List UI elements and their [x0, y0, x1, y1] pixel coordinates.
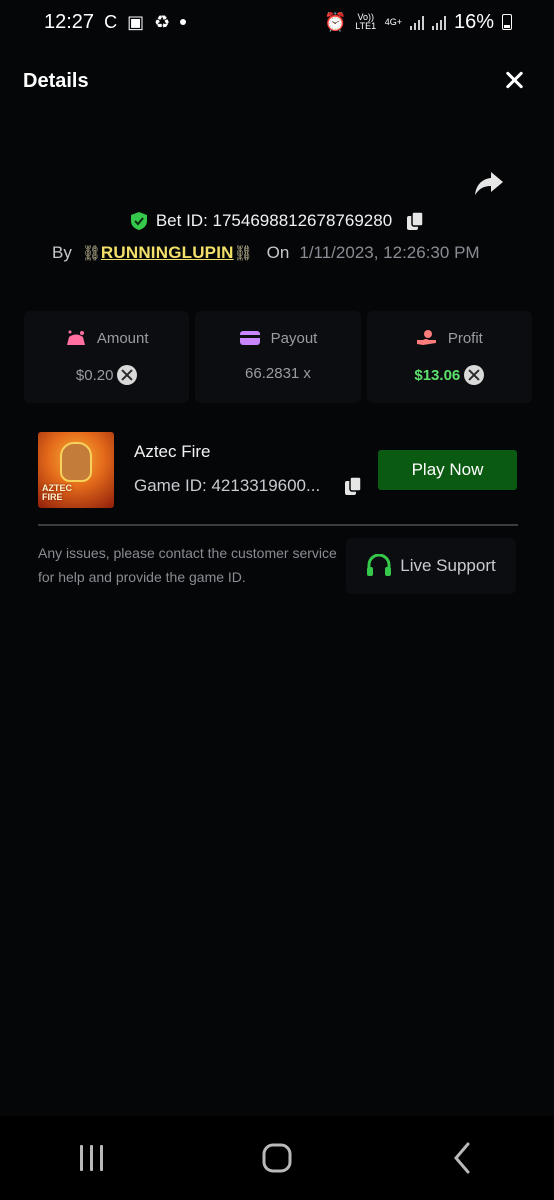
game-card: AZTEC FIRE Aztec Fire Game ID: 421331960… [38, 432, 518, 508]
aztec-figure-icon [60, 442, 92, 482]
live-support-button[interactable]: Live Support [346, 538, 516, 594]
hand-coin-icon [416, 330, 436, 345]
status-time: 12:27 [44, 10, 95, 33]
headset-icon [367, 554, 392, 576]
amount-icon [66, 330, 85, 345]
coin-icon [464, 365, 485, 385]
game-id: Game ID: 4213319600... [134, 476, 321, 495]
share-arrow-icon[interactable] [474, 170, 504, 196]
recent-apps-icon [80, 1145, 104, 1171]
on-label: On [266, 243, 290, 262]
page-title: Details [23, 69, 89, 92]
copy-icon[interactable] [344, 476, 362, 496]
briefcase-icon: ▣ [127, 12, 145, 32]
status-left: 12:27 C ▣ ♻ [44, 10, 187, 34]
signal-icon [431, 14, 446, 30]
card-icon [239, 331, 260, 345]
home-icon [262, 1143, 292, 1173]
battery-percent: 16% [453, 10, 494, 33]
divider [38, 524, 518, 526]
network-type: 4G+ [384, 16, 402, 27]
share-network-icon: ♻ [154, 12, 171, 32]
bet-stats: Amount $0.20 Payout 66.2831 x Profit $13… [24, 311, 532, 403]
stat-value: $0.20 [75, 366, 114, 384]
recent-apps-button[interactable] [62, 1133, 122, 1183]
close-icon[interactable] [502, 68, 528, 94]
bet-id: Bet ID: 1754698812678769280 [155, 211, 393, 230]
stat-payout: Payout 66.2831 x [195, 311, 361, 403]
back-button[interactable] [432, 1133, 492, 1183]
status-bar: 12:27 C ▣ ♻ ⏰ Vo)) LTE1 4G+ 16% [0, 0, 554, 44]
shield-check-icon [130, 212, 147, 230]
by-label: By [52, 243, 72, 262]
home-button[interactable] [247, 1133, 307, 1183]
username-suffix: ⛓ [233, 245, 253, 262]
system-nav-bar [0, 1116, 554, 1200]
stat-profit: Profit $13.06 [366, 311, 532, 403]
stat-label: Amount [96, 329, 149, 347]
stat-value: 66.2831 x [245, 365, 311, 382]
stat-value: $13.06 [414, 366, 461, 384]
username-link[interactable]: ⛓RUNNINGLUPIN⛓ [82, 243, 253, 263]
volte-label: Vo)) LTE1 [355, 12, 377, 31]
battery-charging-icon [502, 14, 512, 30]
help-text: Any issues, please contact the customer … [38, 545, 337, 585]
alarm-icon: ⏰ [324, 12, 347, 32]
play-now-button[interactable]: Play Now [378, 450, 517, 490]
c-icon: C [104, 12, 118, 32]
signal-icon [409, 14, 424, 30]
stat-label: Profit [447, 329, 483, 347]
game-thumbnail[interactable]: AZTEC FIRE [38, 432, 114, 508]
bet-owner-row: By ⛓RUNNINGLUPIN⛓ On 1/11/2023, 12:26:30… [52, 240, 480, 266]
game-name: Aztec Fire [134, 442, 211, 461]
username: RUNNINGLUPIN [100, 243, 234, 262]
copy-icon[interactable] [406, 211, 424, 231]
stat-label: Payout [270, 329, 318, 347]
details-header: Details [0, 56, 554, 106]
notification-dot [180, 19, 187, 25]
thumbnail-title: AZTEC FIRE [42, 483, 72, 502]
coin-icon [117, 365, 138, 385]
bet-date: 1/11/2023, 12:26:30 PM [299, 243, 480, 262]
back-icon [453, 1142, 470, 1174]
live-support-label: Live Support [400, 556, 496, 575]
stat-amount: Amount $0.20 [24, 311, 190, 403]
status-right: ⏰ Vo)) LTE1 4G+ 16% [324, 11, 512, 34]
bet-id-row: Bet ID: 1754698812678769280 [0, 207, 554, 235]
username-prefix: ⛓ [81, 245, 101, 262]
